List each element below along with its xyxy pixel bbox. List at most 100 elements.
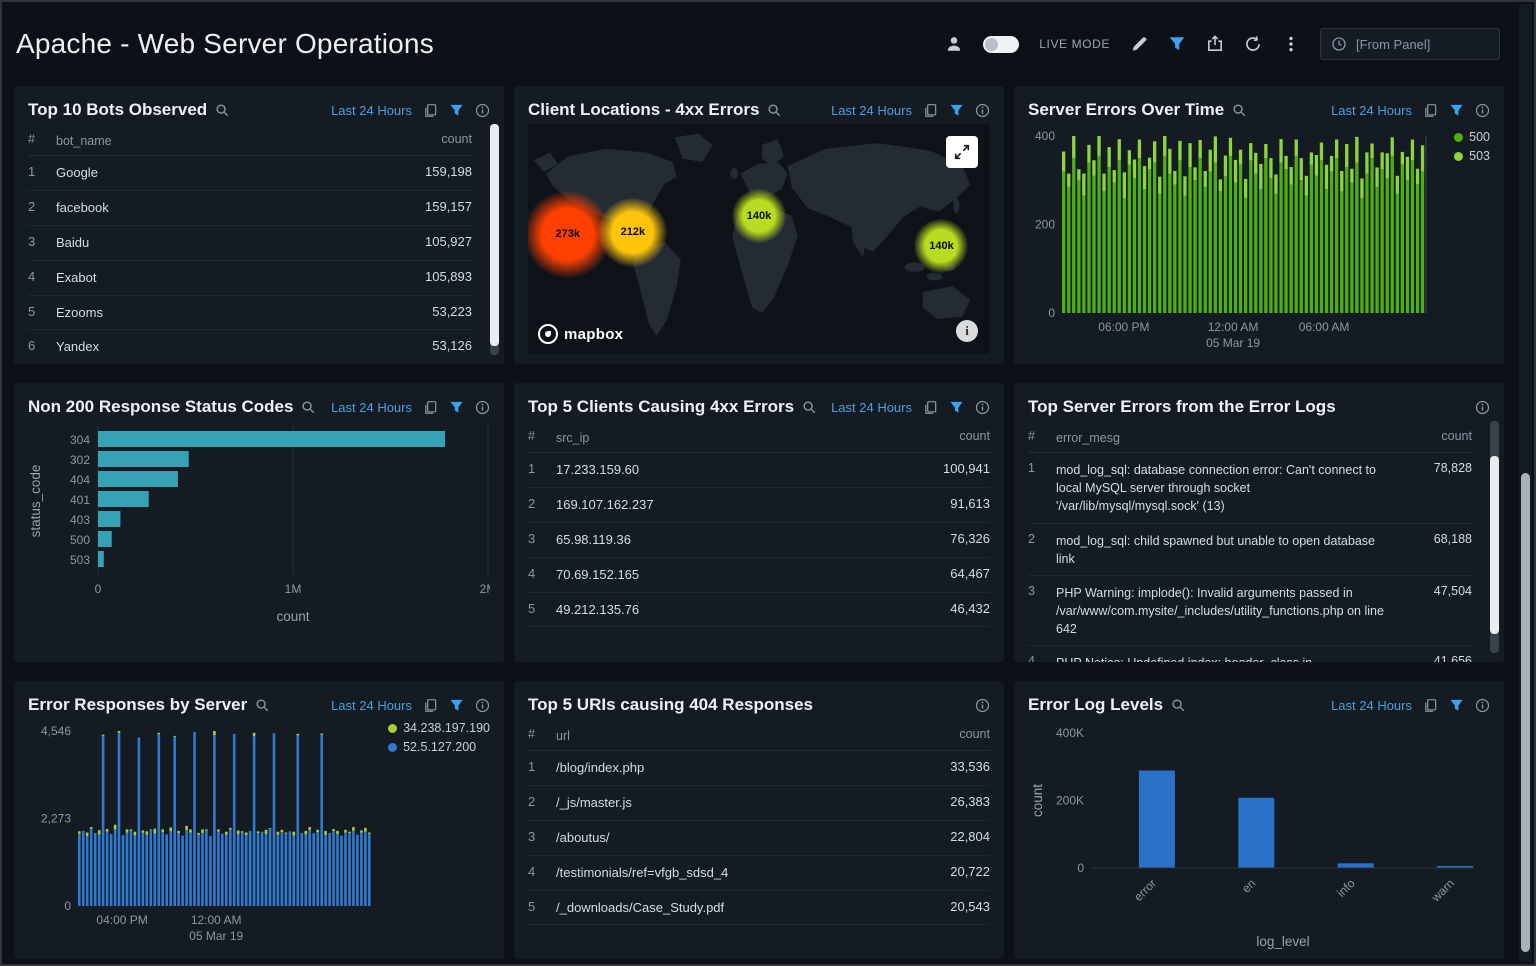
svg-text:2,273: 2,273 [41, 812, 71, 826]
info-icon[interactable] [1475, 400, 1490, 415]
table-row[interactable]: 470.69.152.16564,467 [528, 558, 990, 593]
report-icon[interactable] [923, 103, 938, 118]
edit-pencil-icon[interactable] [1130, 35, 1148, 53]
table-row[interactable]: 5/_downloads/Case_Study.pdf20,543 [528, 891, 990, 926]
panel-top-bots: Top 10 Bots Observed Last 24 Hours #bot_… [14, 86, 504, 364]
time-range-link[interactable]: Last 24 Hours [331, 103, 412, 118]
report-icon[interactable] [923, 400, 938, 415]
table-row[interactable]: 6Yandex53,126 [28, 330, 472, 364]
search-icon[interactable] [255, 698, 270, 713]
mapbox-attribution[interactable]: mapbox [538, 324, 623, 344]
time-range-link[interactable]: Last 24 Hours [331, 400, 412, 415]
svg-text:200: 200 [1035, 218, 1055, 232]
user-icon[interactable] [945, 35, 963, 53]
panel-title: Client Locations - 4xx Errors [528, 100, 759, 120]
table-row[interactable]: 2169.107.162.23791,613 [528, 488, 990, 523]
search-icon[interactable] [1171, 698, 1186, 713]
report-icon[interactable] [1423, 103, 1438, 118]
page-scrollbar[interactable] [1519, 4, 1532, 962]
report-icon[interactable] [423, 103, 438, 118]
table-row[interactable]: 1/blog/index.php33,536 [528, 751, 990, 786]
map-bubble[interactable]: 212k [598, 198, 667, 267]
svg-text:05 Mar 19: 05 Mar 19 [189, 929, 243, 943]
time-range-link[interactable]: Last 24 Hours [831, 400, 912, 415]
table-row[interactable]: 3/aboutus/22,804 [528, 821, 990, 856]
table-row[interactable]: 1mod_log_sql: database connection error:… [1028, 453, 1472, 523]
panel-non-200-status-codes: Non 200 Response Status Codes Last 24 Ho… [14, 383, 504, 662]
table-row[interactable]: 2mod_log_sql: child spawned but unable t… [1028, 524, 1472, 576]
time-range-selector[interactable]: [From Panel] [1320, 28, 1500, 60]
map-info-icon[interactable]: i [956, 320, 978, 342]
filter-icon[interactable] [949, 103, 964, 118]
report-icon[interactable] [423, 698, 438, 713]
report-icon[interactable] [1423, 698, 1438, 713]
table-header: #src_ipcount [528, 423, 990, 453]
search-icon[interactable] [1232, 103, 1247, 118]
table-row[interactable]: 4PHP Notice: Undefined index: header_cla… [1028, 646, 1472, 662]
world-map[interactable]: 273k212k140k140k mapbox i [528, 124, 990, 354]
map-bubble[interactable]: 140k [732, 189, 786, 243]
panel-title: Top 5 URIs causing 404 Responses [528, 695, 813, 715]
panel-title: Top 10 Bots Observed [28, 100, 207, 120]
uris-table: #urlcount1/blog/index.php33,5362/_js/mas… [528, 721, 990, 925]
svg-text:05 Mar 19: 05 Mar 19 [1206, 336, 1260, 350]
table-row[interactable]: 5Ezooms53,223 [28, 296, 472, 331]
filter-icon[interactable] [949, 400, 964, 415]
info-icon[interactable] [475, 103, 490, 118]
filter-icon[interactable] [1168, 35, 1186, 53]
info-icon[interactable] [975, 400, 990, 415]
info-icon[interactable] [1475, 698, 1490, 713]
server-errors-chart[interactable]: 020040006:00 PM12:00 AM05 Mar 1906:00 AM [1028, 124, 1490, 359]
filter-icon[interactable] [449, 400, 464, 415]
table-row[interactable]: 3PHP Warning: implode(): Invalid argumen… [1028, 576, 1472, 646]
svg-text:400K: 400K [1056, 726, 1084, 740]
svg-text:503: 503 [70, 553, 90, 567]
table-row[interactable]: 1Google159,198 [28, 156, 472, 191]
table-row[interactable]: 365.98.119.3676,326 [528, 523, 990, 558]
filter-icon[interactable] [1449, 698, 1464, 713]
clock-icon [1331, 36, 1347, 52]
log-levels-chart[interactable]: 0200K400Kerroreninfowarnlog_levelcount [1028, 719, 1490, 954]
time-range-link[interactable]: Last 24 Hours [831, 103, 912, 118]
time-range-link[interactable]: Last 24 Hours [1331, 698, 1412, 713]
info-icon[interactable] [975, 103, 990, 118]
expand-map-icon[interactable] [946, 136, 978, 168]
live-mode-toggle[interactable] [983, 36, 1019, 53]
search-icon[interactable] [301, 400, 316, 415]
map-bubble[interactable]: 140k [914, 219, 968, 273]
server-errors-table: #error_mesgcount1mod_log_sql: database c… [1028, 423, 1490, 662]
table-row[interactable]: 2facebook159,157 [28, 191, 472, 226]
panel-title: Server Errors Over Time [1028, 100, 1224, 120]
filter-icon[interactable] [449, 103, 464, 118]
status-codes-chart[interactable]: 01M2M304302404401403500503countstatus_co… [28, 421, 490, 657]
table-row[interactable]: 117.233.159.60100,941 [528, 453, 990, 488]
live-mode-label: LIVE MODE [1039, 37, 1110, 51]
svg-text:12:00 AM: 12:00 AM [1208, 320, 1259, 334]
refresh-icon[interactable] [1244, 35, 1262, 53]
info-icon[interactable] [975, 698, 990, 713]
panel-error-responses-by-server: Error Responses by Server Last 24 Hours … [14, 681, 504, 959]
info-icon[interactable] [475, 698, 490, 713]
time-range-link[interactable]: Last 24 Hours [331, 698, 412, 713]
time-range-link[interactable]: Last 24 Hours [1331, 103, 1412, 118]
svg-text:403: 403 [70, 513, 90, 527]
table-row[interactable]: 2/_js/master.js26,383 [528, 786, 990, 821]
kebab-menu-icon[interactable] [1282, 35, 1300, 53]
filter-icon[interactable] [449, 698, 464, 713]
info-icon[interactable] [475, 400, 490, 415]
table-row[interactable]: 549.212.135.7646,432 [528, 593, 990, 628]
error-responses-chart[interactable]: 02,2734,54604:00 PM12:00 AM05 Mar 19 [28, 719, 490, 954]
search-icon[interactable] [802, 400, 817, 415]
table-scrollbar[interactable] [1490, 421, 1499, 653]
table-scrollbar[interactable] [490, 124, 499, 355]
svg-text:warn: warn [1428, 876, 1457, 905]
share-icon[interactable] [1206, 35, 1224, 53]
report-icon[interactable] [423, 400, 438, 415]
table-row[interactable]: 4Exabot105,893 [28, 261, 472, 296]
info-icon[interactable] [1475, 103, 1490, 118]
search-icon[interactable] [767, 103, 782, 118]
search-icon[interactable] [215, 103, 230, 118]
table-row[interactable]: 4/testimonials/ref=vfgb_sdsd_420,722 [528, 856, 990, 891]
filter-icon[interactable] [1449, 103, 1464, 118]
table-row[interactable]: 3Baidu105,927 [28, 226, 472, 261]
